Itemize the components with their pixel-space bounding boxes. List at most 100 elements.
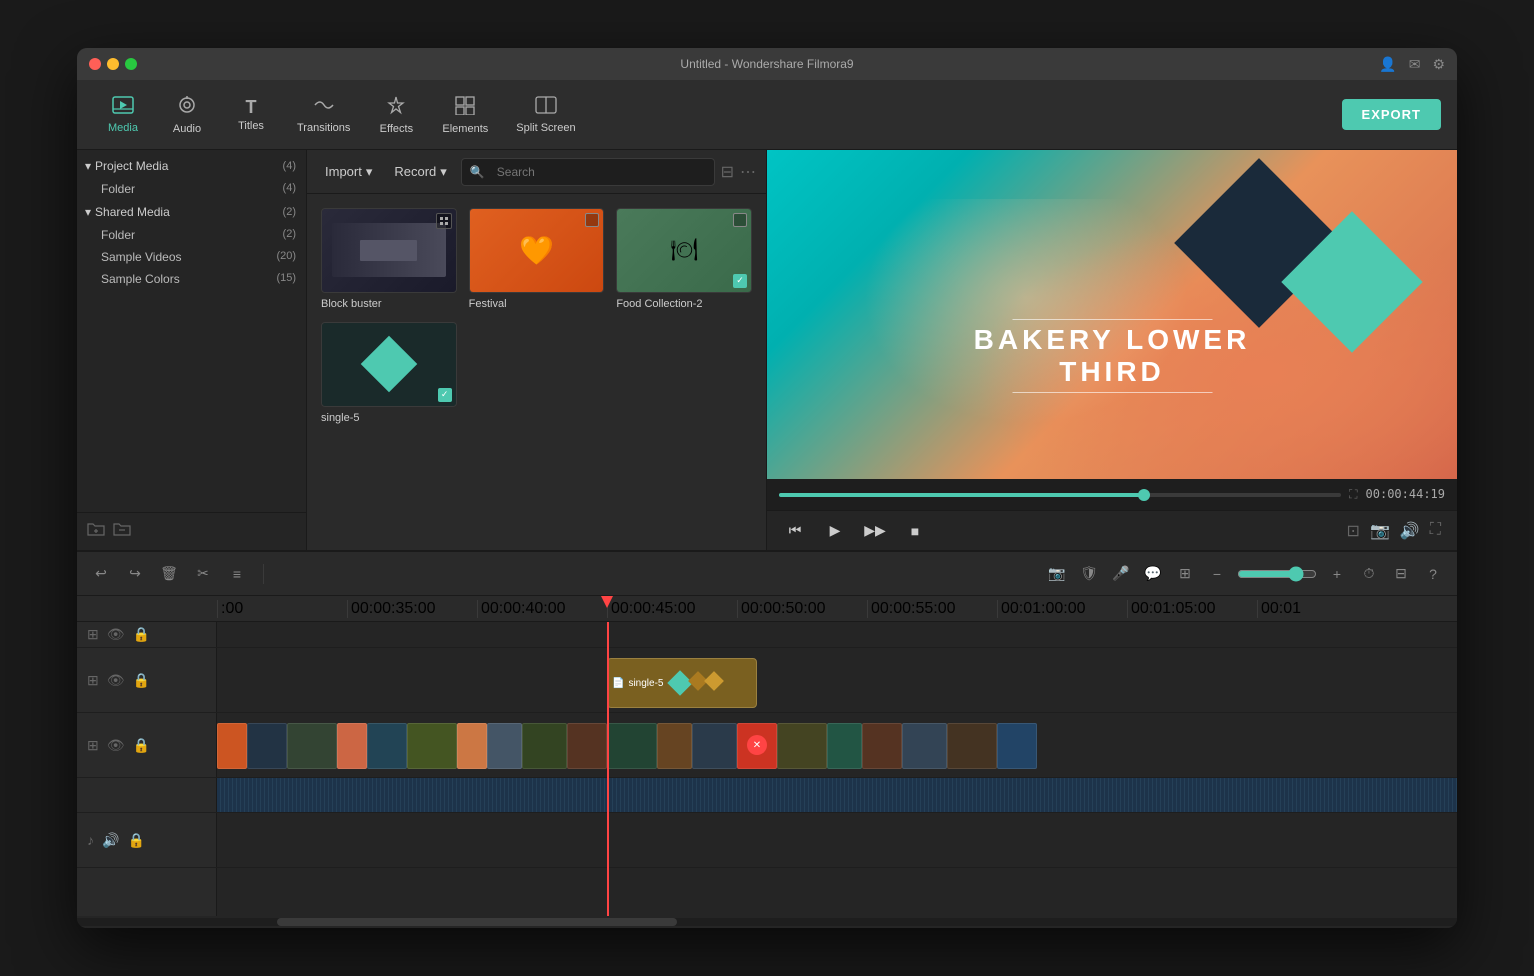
sidebar-item-shared-media[interactable]: ▾ Shared Media (2) [77, 200, 306, 224]
sidebar-section-shared: ▾ Shared Media (2) Folder (2) Sample Vid… [77, 200, 306, 290]
pip-icon[interactable]: ⊡ [1347, 521, 1360, 541]
sidebar-label-sample-videos: Sample Videos [101, 250, 182, 264]
search-input[interactable] [489, 159, 639, 185]
import-button[interactable]: Import ▾ [317, 159, 380, 185]
playhead-line [607, 622, 609, 916]
tab-elements[interactable]: Elements [430, 89, 500, 141]
ruler-mark-2: 00:00:35:00 [347, 600, 477, 618]
cut-button[interactable]: ✂ [191, 562, 215, 586]
fast-forward-button[interactable]: ▶▶ [863, 519, 887, 543]
help-icon[interactable]: ? [1421, 562, 1445, 586]
audio-track-content [217, 813, 1457, 867]
sidebar-count-sample-colors: (15) [276, 272, 296, 286]
shield-icon[interactable]: 🛡 [1077, 562, 1101, 586]
video-clip-2 [247, 723, 287, 769]
filter-icon[interactable]: ⊟ [721, 162, 734, 182]
export-button[interactable]: EXPORT [1342, 99, 1441, 130]
video-track-eye-icon[interactable]: 👁 [107, 737, 125, 754]
skip-back-button[interactable]: ⏮ [783, 519, 807, 543]
tab-titles[interactable]: T Titles [221, 91, 281, 138]
maximize-button[interactable] [125, 58, 137, 70]
scrollbar-thumb[interactable] [277, 918, 677, 926]
media-content-area: Import ▾ Record ▾ 🔍 ⊟ ⋯ [307, 150, 767, 550]
media-item-food[interactable]: 🍽 ✓ Food Collection-2 [616, 208, 752, 310]
media-item-blockbuster[interactable]: Block buster [321, 208, 457, 310]
mail-icon[interactable]: ✉ [1409, 56, 1421, 73]
subtitle-icon[interactable]: 💬 [1141, 562, 1165, 586]
tab-effects[interactable]: Effects [366, 89, 426, 141]
mic-icon[interactable]: 🎤 [1109, 562, 1133, 586]
split-icon[interactable]: ⊟ [1389, 562, 1413, 586]
timeline-scrollbar[interactable] [77, 918, 1457, 926]
empty-track-controls [77, 868, 217, 916]
title-track-eye-icon[interactable]: 👁 [107, 672, 125, 689]
sidebar-count-project-media: (4) [283, 160, 296, 172]
volume-icon[interactable]: 🔊 [1400, 521, 1420, 541]
video-clip-15 [777, 723, 827, 769]
settings-icon[interactable]: ⚙ [1432, 56, 1445, 73]
redo-button[interactable]: ↪ [123, 562, 147, 586]
stop-button[interactable]: ■ [903, 519, 927, 543]
video-track-lock-icon[interactable]: 🔒 [133, 737, 150, 754]
title-track-fit-icon[interactable]: ⊞ [87, 672, 99, 689]
delete-button[interactable]: 🗑 [157, 562, 181, 586]
track-eye-icon[interactable]: 👁 [107, 626, 125, 643]
audio-track-volume-icon[interactable]: 🔊 [102, 832, 119, 849]
tab-splitscreen[interactable]: Split Screen [504, 90, 587, 140]
grid-view-icon[interactable]: ⋯ [740, 162, 756, 182]
minimize-button[interactable] [107, 58, 119, 70]
audio-wave-track [77, 778, 1457, 813]
plus-icon[interactable]: + [1325, 562, 1349, 586]
clock-icon[interactable]: ⏱ [1357, 562, 1381, 586]
camera-icon[interactable]: 📷 [1045, 562, 1069, 586]
tab-audio[interactable]: Audio [157, 89, 217, 141]
video-clip-7 [457, 723, 487, 769]
track-lock-icon[interactable]: 🔒 [133, 626, 150, 643]
sidebar-item-project-media[interactable]: ▾ Project Media (4) [77, 154, 306, 178]
media-label-festival: Festival [469, 298, 605, 310]
tab-media[interactable]: Media [93, 90, 153, 140]
record-button[interactable]: Record ▾ [386, 159, 454, 185]
track-area: ⊞ 👁 🔒 ⊞ 👁 🔒 [77, 622, 1457, 916]
title-track-lock-icon[interactable]: 🔒 [133, 672, 150, 689]
audio-track-lock-icon[interactable]: 🔒 [127, 832, 144, 849]
align-button[interactable]: ≡ [225, 562, 249, 586]
progress-bar[interactable] [779, 493, 1341, 497]
ruler-mark-7: 00:01:00:00 [997, 600, 1127, 618]
fullscreen-icon-2[interactable]: ⛶ [1430, 521, 1441, 541]
play-button[interactable]: ▶ [823, 519, 847, 543]
tab-effects-label: Effects [380, 123, 413, 135]
media-label-single5: single-5 [321, 412, 457, 424]
sidebar-item-folder-shared[interactable]: Folder (2) [77, 224, 306, 246]
video-track-fit-icon[interactable]: ⊞ [87, 737, 99, 754]
undo-button[interactable]: ↩ [89, 562, 113, 586]
user-icon[interactable]: 👤 [1379, 56, 1396, 73]
sidebar-count-sample-videos: (20) [276, 250, 296, 264]
minus-icon[interactable]: − [1205, 562, 1229, 586]
delete-clip-icon[interactable]: ✕ [747, 735, 767, 755]
delete-folder-icon[interactable] [113, 521, 131, 542]
import-record-bar: Import ▾ Record ▾ 🔍 ⊟ ⋯ [307, 150, 766, 194]
effects-icon [385, 95, 407, 121]
sidebar-item-folder-project[interactable]: Folder (4) [77, 178, 306, 200]
new-folder-icon[interactable] [87, 521, 105, 542]
sidebar-item-sample-colors[interactable]: Sample Colors (15) [77, 268, 306, 290]
title-clip-icon: 📄 [612, 678, 624, 689]
playhead-marker [607, 596, 613, 608]
zoom-slider[interactable] [1237, 566, 1317, 582]
transition-icon[interactable]: ⊞ [1173, 562, 1197, 586]
track-fit-icon[interactable]: ⊞ [87, 626, 99, 643]
sidebar-item-sample-videos[interactable]: Sample Videos (20) [77, 246, 306, 268]
title-clip-name: single-5 [628, 678, 663, 689]
audio-track-music-icon[interactable]: ♪ [87, 832, 94, 848]
snapshot-icon[interactable]: 📷 [1370, 521, 1390, 541]
media-item-festival[interactable]: 🧡 Festival [469, 208, 605, 310]
progress-thumb[interactable] [1138, 489, 1150, 501]
title-clip[interactable]: 📄 single-5 [607, 658, 757, 708]
tab-transitions[interactable]: Transitions [285, 90, 362, 140]
fullscreen-icon[interactable]: ⛶ [1349, 487, 1357, 502]
close-button[interactable] [89, 58, 101, 70]
track-controls-row-title: ⊞ 👁 🔒 [77, 622, 1457, 648]
tab-audio-label: Audio [173, 123, 201, 135]
media-item-single5[interactable]: ✓ single-5 [321, 322, 457, 424]
